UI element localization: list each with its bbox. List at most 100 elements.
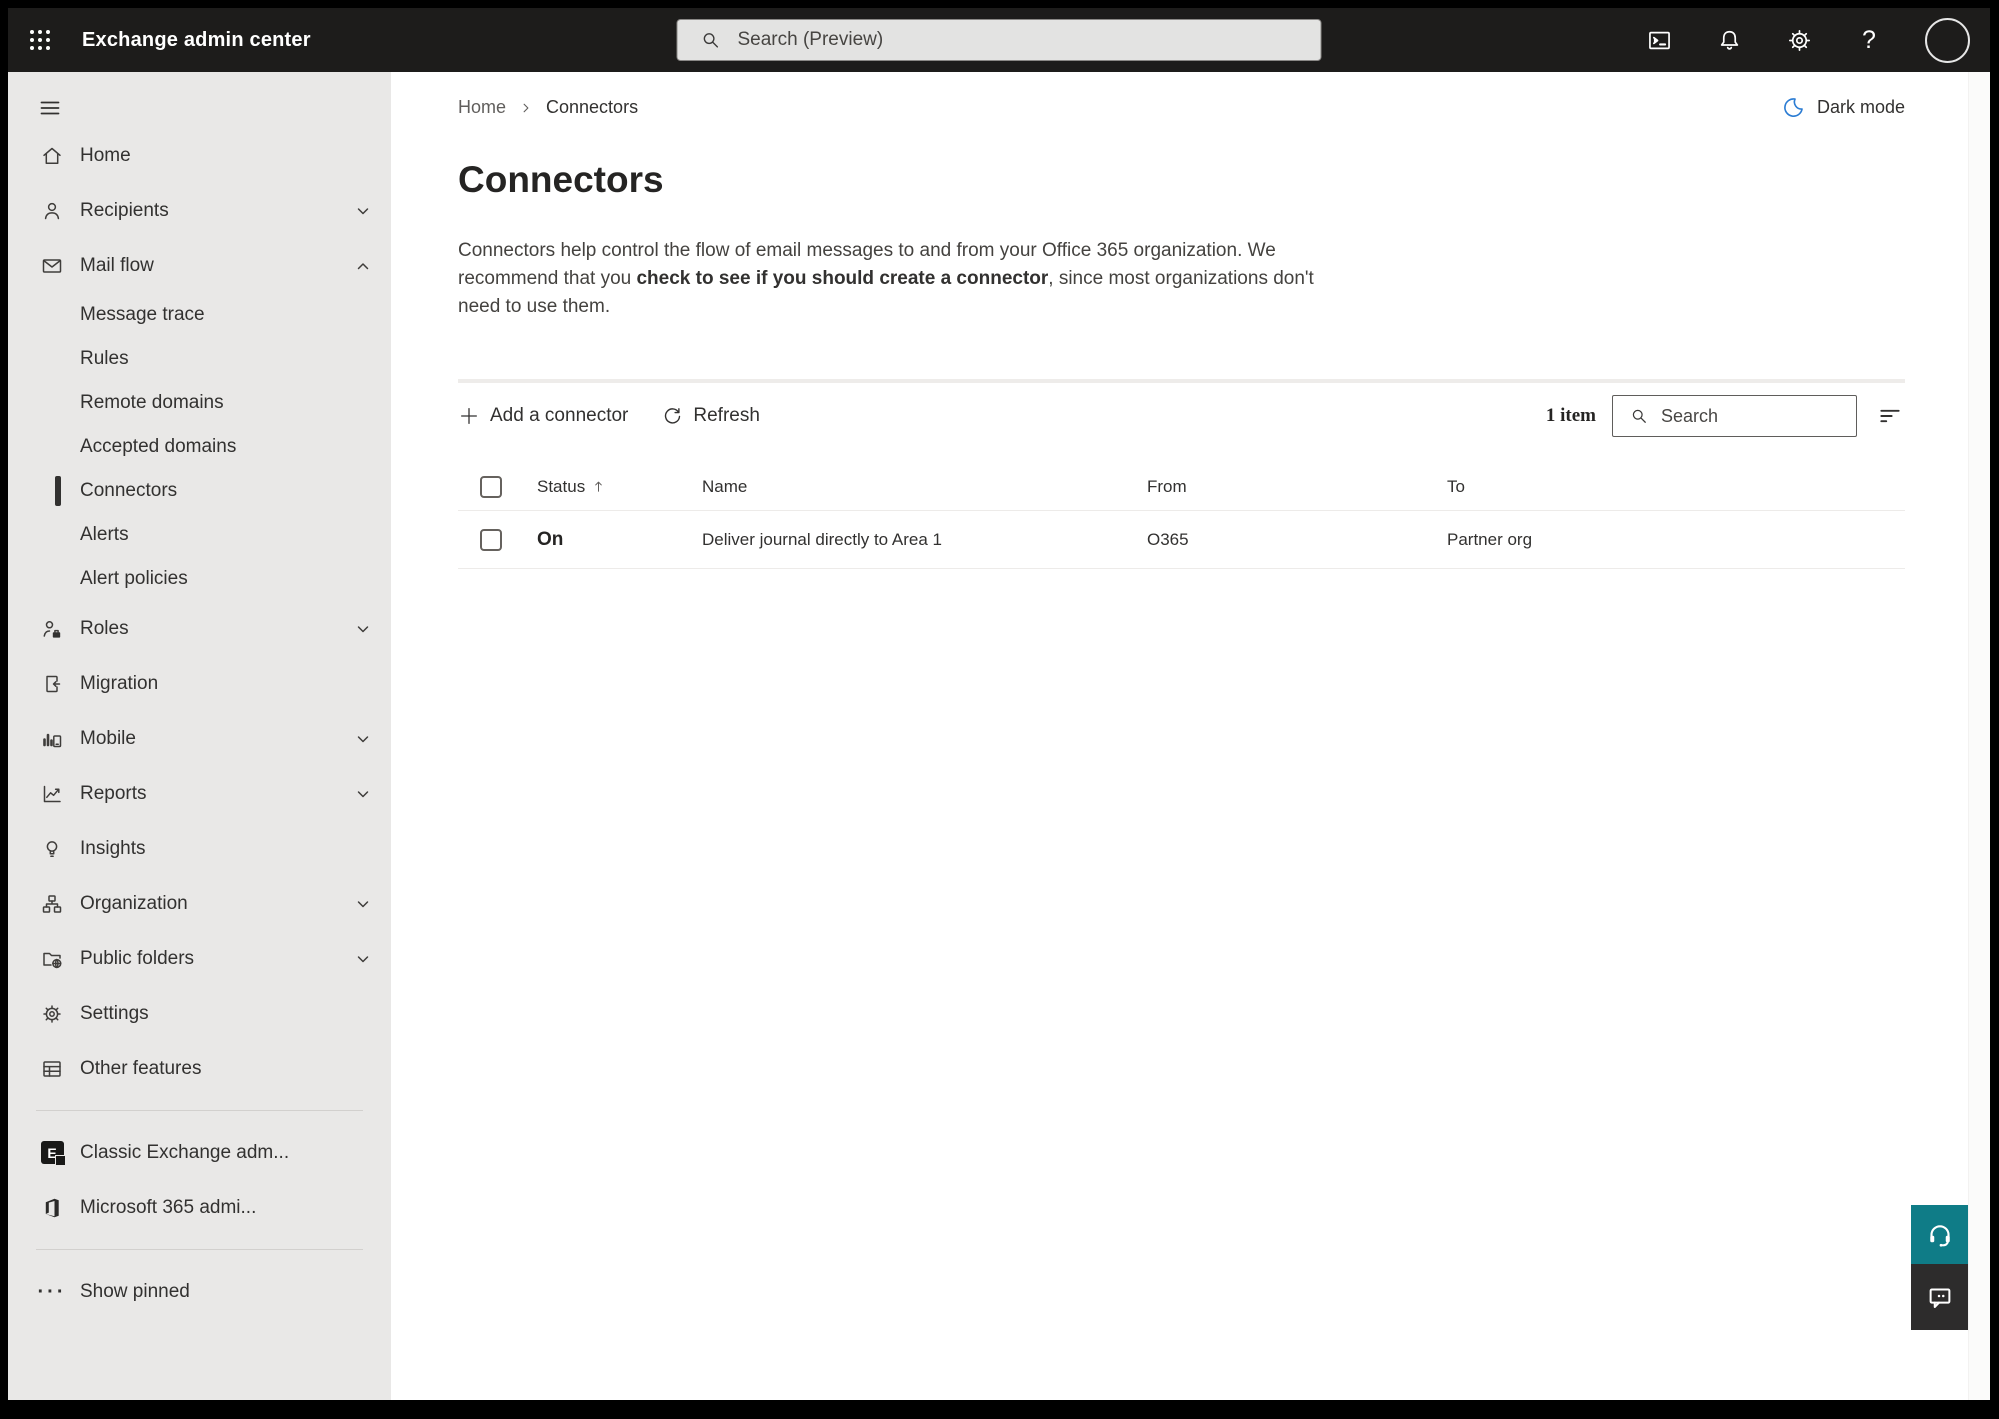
sidebar-item-label: Mail flow [80, 254, 154, 276]
sidebar-item-reports[interactable]: Reports [8, 766, 391, 821]
sidebar-item-alerts[interactable]: Alerts [8, 513, 391, 557]
sidebar-item-label: Roles [80, 617, 129, 639]
sidebar-item-show-pinned[interactable]: ··· Show pinned [8, 1264, 391, 1319]
breadcrumb: Home Connectors Dark mode [458, 96, 1905, 119]
sidebar-item-mobile[interactable]: Mobile [8, 711, 391, 766]
row-status: On [537, 528, 564, 550]
chevron-down-icon [357, 900, 369, 907]
select-all-checkbox[interactable] [480, 475, 502, 498]
list-search-input[interactable]: Search [1612, 395, 1857, 437]
home-icon [40, 144, 64, 168]
sidebar-item-label: Other features [80, 1057, 202, 1079]
global-search-placeholder: Search (Preview) [737, 29, 884, 50]
search-icon [1632, 409, 1646, 423]
table-row[interactable]: On Deliver journal directly to Area 1 O3… [458, 511, 1905, 569]
dark-mode-toggle[interactable]: Dark mode [1782, 96, 1905, 119]
chevron-down-icon [357, 790, 369, 797]
sidebar-item-label: Classic Exchange adm... [80, 1141, 290, 1163]
org-chart-icon [40, 892, 64, 916]
global-search-input[interactable]: Search (Preview) [676, 19, 1322, 61]
column-header-from[interactable]: From [1147, 477, 1447, 497]
item-count: 1 item [1545, 405, 1596, 426]
sidebar-item-label: Alert policies [80, 568, 188, 589]
dark-mode-label: Dark mode [1816, 97, 1905, 117]
sidebar-item-connectors[interactable]: Connectors [8, 469, 391, 513]
app-window: Exchange admin center Search (Preview) ?… [8, 8, 1990, 1400]
sidebar-item-message-trace[interactable]: Message trace [8, 293, 391, 337]
notifications-bell-icon[interactable] [1715, 26, 1743, 54]
ellipsis-icon: ··· [37, 1280, 67, 1303]
breadcrumb-current: Connectors [546, 97, 639, 117]
table-header-row: Status Name From To [458, 463, 1905, 511]
app-launcher-button[interactable] [8, 8, 72, 72]
sidebar-item-alert-policies[interactable]: Alert policies [8, 557, 391, 601]
support-button[interactable] [1911, 1205, 1968, 1264]
envelope-icon [40, 254, 64, 278]
sidebar-item-label: Message trace [80, 304, 205, 325]
sidebar-item-rules[interactable]: Rules [8, 337, 391, 381]
top-bar: Exchange admin center Search (Preview) ? [8, 8, 1990, 72]
migration-document-icon [40, 672, 64, 696]
sidebar-item-label: Home [80, 144, 131, 166]
sidebar-item-remote-domains[interactable]: Remote domains [8, 381, 391, 425]
table-grid-icon [40, 1057, 64, 1081]
breadcrumb-home-link[interactable]: Home [458, 97, 506, 118]
sidebar-item-label: Alerts [80, 524, 129, 545]
column-header-name[interactable]: Name [702, 477, 1147, 497]
row-name[interactable]: Deliver journal directly to Area 1 [702, 530, 1147, 550]
topbar-actions: ? [1645, 17, 1990, 63]
sidebar-item-home[interactable]: Home [8, 128, 391, 183]
waffle-icon [30, 30, 50, 50]
sidebar-item-classic-exchange[interactable]: E Classic Exchange adm... [8, 1125, 391, 1180]
row-checkbox[interactable] [480, 528, 502, 551]
sidebar-item-organization[interactable]: Organization [8, 876, 391, 931]
lightbulb-icon [40, 837, 64, 861]
page-description-emphasis: check to see if you should create a conn… [636, 268, 1049, 289]
chevron-down-icon [357, 735, 369, 742]
scrollbar-track[interactable] [1968, 72, 1990, 1400]
chevron-down-icon [357, 207, 369, 214]
breadcrumb-chevron-icon [523, 103, 529, 112]
classic-exchange-logo-icon: E [40, 1141, 66, 1166]
collapse-nav-button[interactable] [8, 88, 391, 128]
sidebar-item-other-features[interactable]: Other features [8, 1041, 391, 1096]
feedback-button[interactable] [1911, 1264, 1968, 1330]
microsoft-365-logo-icon [40, 1196, 64, 1220]
left-navigation: Home Recipients Mail flow Message trace [8, 72, 391, 1400]
sidebar-item-roles[interactable]: Roles [8, 601, 391, 656]
settings-gear-icon[interactable] [1785, 26, 1813, 54]
powershell-terminal-icon[interactable] [1645, 26, 1673, 54]
hamburger-icon [40, 101, 60, 115]
roles-person-briefcase-icon [40, 617, 64, 641]
refresh-button[interactable]: Refresh [662, 405, 760, 427]
sidebar-item-microsoft-365[interactable]: Microsoft 365 admi... [8, 1180, 391, 1235]
sidebar-item-recipients[interactable]: Recipients [8, 183, 391, 238]
sidebar-item-public-folders[interactable]: Public folders [8, 931, 391, 986]
sidebar-item-label: Organization [80, 892, 188, 914]
column-header-to[interactable]: To [1447, 477, 1905, 497]
sidebar-item-label: Mobile [80, 727, 136, 749]
sidebar-item-insights[interactable]: Insights [8, 821, 391, 876]
sidebar-item-label: Public folders [80, 947, 195, 969]
row-from: O365 [1147, 529, 1189, 549]
sidebar-item-migration[interactable]: Migration [8, 656, 391, 711]
sidebar-item-settings[interactable]: Settings [8, 986, 391, 1041]
filter-sort-button[interactable] [1875, 401, 1905, 431]
plus-icon [461, 408, 477, 424]
search-icon [703, 33, 719, 48]
sidebar-item-mail-flow[interactable]: Mail flow [8, 238, 391, 293]
column-header-status[interactable]: Status [537, 477, 702, 497]
app-title: Exchange admin center [82, 28, 311, 51]
add-connector-button[interactable]: Add a connector [458, 405, 628, 427]
sidebar-divider [36, 1249, 363, 1250]
sidebar-item-label: Insights [80, 837, 146, 859]
sidebar-item-label: Accepted domains [80, 436, 237, 457]
chevron-down-icon [357, 625, 369, 632]
person-icon [40, 199, 64, 223]
sort-ascending-arrow-icon [595, 481, 603, 492]
headset-icon [1929, 1224, 1950, 1247]
sidebar-item-label: Recipients [80, 199, 169, 221]
sidebar-item-accepted-domains[interactable]: Accepted domains [8, 425, 391, 469]
help-icon[interactable]: ? [1855, 26, 1883, 54]
account-avatar[interactable] [1925, 17, 1970, 63]
